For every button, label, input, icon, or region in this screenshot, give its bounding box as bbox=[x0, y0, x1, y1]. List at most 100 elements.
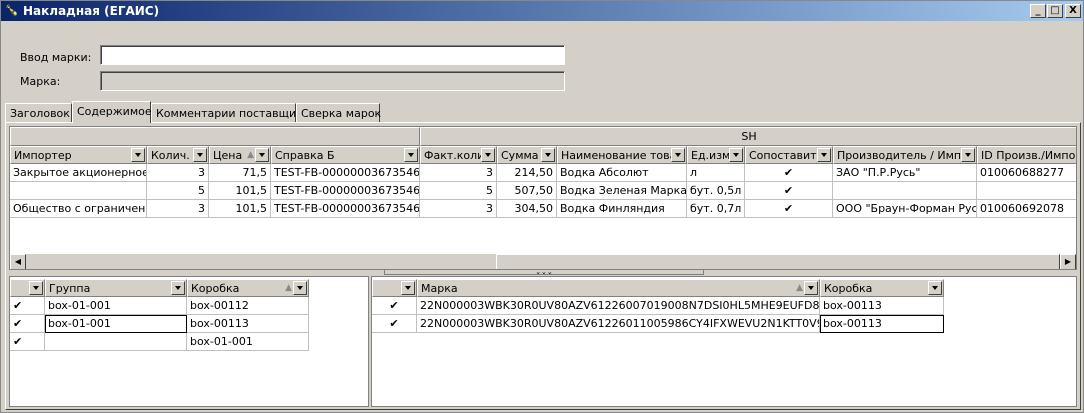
table-cell[interactable]: 3 bbox=[147, 200, 209, 218]
group-header-empty bbox=[10, 127, 420, 146]
table-cell[interactable]: 3 bbox=[147, 164, 209, 182]
table-cell[interactable]: ЗАО "П.Р.Русь" bbox=[833, 164, 977, 182]
col-producer[interactable]: Производитель / Импор bbox=[833, 146, 977, 164]
table-cell[interactable]: Закрытое акционерное о bbox=[10, 164, 147, 182]
table-cell[interactable]: box-01-001 bbox=[187, 333, 309, 351]
mark-input[interactable] bbox=[100, 45, 565, 65]
filter-dropdown-icon[interactable] bbox=[671, 148, 685, 162]
tab-supplier-comments[interactable]: Комментарии поставщику bbox=[151, 103, 309, 123]
table-cell[interactable]: бут. 0,5л bbox=[687, 182, 745, 200]
table-cell[interactable]: Водка Абсолют bbox=[557, 164, 687, 182]
filter-dropdown-icon[interactable] bbox=[29, 281, 43, 295]
filter-dropdown-icon[interactable] bbox=[817, 148, 831, 162]
sort-icon: ▲ bbox=[247, 150, 254, 160]
row-checkbox[interactable]: ✔ bbox=[10, 333, 45, 351]
col-certificate-b[interactable]: Справка Б bbox=[271, 146, 420, 164]
splitter-handle[interactable]: ⌄⌄⌄ bbox=[384, 269, 704, 276]
col-qty[interactable]: Колич. bbox=[147, 146, 209, 164]
table-cell[interactable]: 101,5 bbox=[209, 182, 271, 200]
table-cell[interactable]: 101,5 bbox=[209, 200, 271, 218]
scroll-right-icon[interactable]: ▶ bbox=[1060, 254, 1076, 269]
col-box[interactable]: Коробка bbox=[820, 279, 944, 297]
col-product-name[interactable]: Наименование товар bbox=[557, 146, 687, 164]
col-match-label: Сопоставить bbox=[749, 149, 824, 162]
table-cell[interactable]: 5 bbox=[147, 182, 209, 200]
table-cell[interactable]: 3 bbox=[420, 200, 497, 218]
filter-dropdown-icon[interactable] bbox=[729, 148, 743, 162]
table-cell[interactable]: 5 bbox=[420, 182, 497, 200]
table-cell[interactable]: Водка Зеленая Марка bbox=[557, 182, 687, 200]
row-checkbox[interactable]: ✔ bbox=[10, 315, 45, 333]
col-box[interactable]: Коробка ▲ bbox=[187, 279, 309, 297]
col-sum[interactable]: Сумма bbox=[497, 146, 557, 164]
table-cell[interactable]: box-01-001 bbox=[45, 315, 187, 333]
col-box-label: Коробка bbox=[824, 282, 873, 295]
scroll-left-icon[interactable]: ◀ bbox=[10, 254, 26, 269]
col-group[interactable]: Группа bbox=[45, 279, 187, 297]
window: 🍾 Накладная (ЕГАИС) _ □ X Ввод марки: Ма… bbox=[0, 0, 1084, 413]
table-cell[interactable]: 3 bbox=[420, 164, 497, 182]
close-button[interactable]: X bbox=[1065, 4, 1081, 18]
col-unit[interactable]: Ед.изм bbox=[687, 146, 745, 164]
col-match[interactable]: Сопоставить bbox=[745, 146, 833, 164]
table-cell[interactable]: box-00113 bbox=[820, 297, 944, 315]
filter-dropdown-icon[interactable] bbox=[255, 148, 269, 162]
table-cell[interactable]: box-00113 bbox=[820, 315, 944, 333]
table-cell[interactable]: box-00112 bbox=[187, 297, 309, 315]
col-actual-qty[interactable]: Факт.коли bbox=[420, 146, 497, 164]
col-check[interactable] bbox=[10, 279, 45, 297]
table-cell[interactable] bbox=[833, 182, 977, 200]
minimize-button[interactable]: _ bbox=[1030, 4, 1046, 18]
filter-dropdown-icon[interactable] bbox=[541, 148, 555, 162]
tab-contents[interactable]: Содержимое bbox=[72, 101, 152, 123]
filter-dropdown-icon[interactable] bbox=[481, 148, 495, 162]
filter-dropdown-icon[interactable] bbox=[401, 281, 415, 295]
table-cell[interactable]: ООО "Браун-Форман Рус" bbox=[833, 200, 977, 218]
table-cell[interactable]: box-00113 bbox=[187, 315, 309, 333]
col-mark[interactable]: Марка ▲ bbox=[417, 279, 820, 297]
table-cell[interactable]: TEST-FB-000000036735465 bbox=[271, 164, 420, 182]
table-cell[interactable] bbox=[977, 182, 1076, 200]
table-cell[interactable]: TEST-FB-000000036735467 bbox=[271, 200, 420, 218]
table-cell[interactable]: 214,50 bbox=[497, 164, 557, 182]
match-checkbox[interactable]: ✔ bbox=[745, 182, 833, 200]
table-cell[interactable]: 22N000003WBK30R0UV80AZV61226007019008N7D… bbox=[417, 297, 820, 315]
match-checkbox[interactable]: ✔ bbox=[745, 164, 833, 182]
table-cell[interactable] bbox=[45, 333, 187, 351]
filter-dropdown-icon[interactable] bbox=[804, 281, 818, 295]
filter-dropdown-icon[interactable] bbox=[293, 281, 307, 295]
row-checkbox[interactable]: ✔ bbox=[10, 297, 45, 315]
table-cell[interactable]: 304,50 bbox=[497, 200, 557, 218]
filter-dropdown-icon[interactable] bbox=[131, 148, 145, 162]
table-cell[interactable]: л bbox=[687, 164, 745, 182]
horizontal-scrollbar[interactable]: ◀ ▶ bbox=[10, 253, 1076, 269]
filter-dropdown-icon[interactable] bbox=[193, 148, 207, 162]
table-cell[interactable]: 507,50 bbox=[497, 182, 557, 200]
table-cell[interactable] bbox=[10, 182, 147, 200]
scroll-thumb[interactable] bbox=[496, 254, 1060, 269]
table-cell[interactable]: Общество с ограниченно bbox=[10, 200, 147, 218]
tab-header[interactable]: Заголовок bbox=[5, 103, 72, 123]
maximize-button[interactable]: □ bbox=[1047, 4, 1063, 18]
filter-dropdown-icon[interactable] bbox=[928, 281, 942, 295]
table-cell[interactable]: бут. 0,7л bbox=[687, 200, 745, 218]
col-price[interactable]: Цена ▲ bbox=[209, 146, 271, 164]
table-cell[interactable]: box-01-001 bbox=[45, 297, 187, 315]
row-checkbox[interactable]: ✔ bbox=[372, 297, 417, 315]
mark-label: Марка: bbox=[20, 75, 61, 88]
match-checkbox[interactable]: ✔ bbox=[745, 200, 833, 218]
col-importer[interactable]: Импортер bbox=[10, 146, 147, 164]
col-producer-id[interactable]: ID Произв./Импорт bbox=[977, 146, 1076, 164]
tab-mark-reconciliation[interactable]: Сверка марок bbox=[296, 103, 381, 123]
row-checkbox[interactable]: ✔ bbox=[372, 315, 417, 333]
col-check[interactable] bbox=[372, 279, 417, 297]
filter-dropdown-icon[interactable] bbox=[171, 281, 185, 295]
table-cell[interactable]: 010060692078 bbox=[977, 200, 1076, 218]
table-cell[interactable]: 22N000003WBK30R0UV80AZV61226011005986CY4… bbox=[417, 315, 820, 333]
table-cell[interactable]: Водка Финляндия bbox=[557, 200, 687, 218]
table-cell[interactable]: 010060688277 bbox=[977, 164, 1076, 182]
filter-dropdown-icon[interactable] bbox=[404, 148, 418, 162]
table-cell[interactable]: 71,5 bbox=[209, 164, 271, 182]
table-cell[interactable]: TEST-FB-000000036735466 bbox=[271, 182, 420, 200]
filter-dropdown-icon[interactable] bbox=[961, 148, 975, 162]
